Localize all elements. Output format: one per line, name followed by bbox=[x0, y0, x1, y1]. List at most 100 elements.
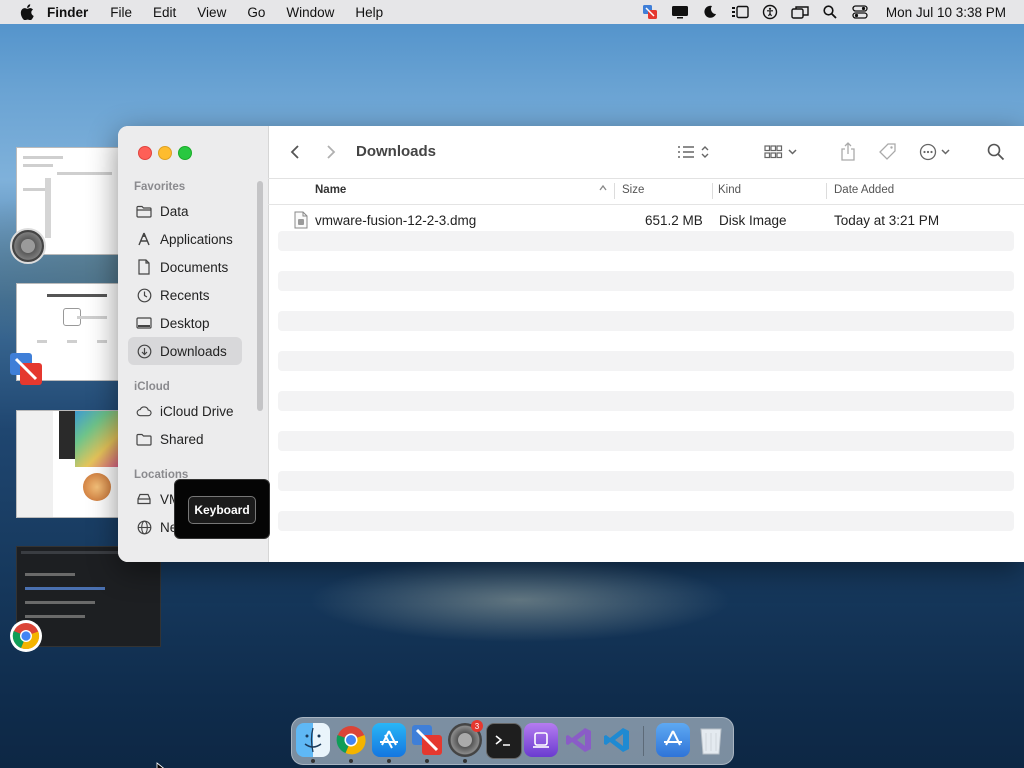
sidebar-header-icloud: iCloud bbox=[134, 381, 170, 393]
empty-row bbox=[278, 391, 1014, 411]
column-header-date-added[interactable]: Date Added bbox=[834, 184, 894, 196]
menu-bar: Finder File Edit View Go Window Help Mon… bbox=[0, 0, 1024, 24]
vscode-icon[interactable] bbox=[600, 723, 634, 757]
spotlight-search-icon[interactable] bbox=[816, 3, 844, 21]
sidebar-item-documents[interactable]: Documents bbox=[128, 253, 242, 281]
chrome-icon[interactable] bbox=[334, 723, 368, 757]
menu-window[interactable]: Window bbox=[286, 5, 334, 20]
menu-edit[interactable]: Edit bbox=[153, 5, 176, 20]
system-settings-icon[interactable] bbox=[10, 228, 46, 264]
clock-icon bbox=[136, 287, 152, 303]
column-divider[interactable] bbox=[712, 183, 713, 199]
sidebar-item-label: Shared bbox=[160, 431, 204, 447]
running-indicator bbox=[387, 759, 391, 763]
sidebar-item-label: Downloads bbox=[160, 343, 227, 359]
vmware-fusion-icon[interactable] bbox=[410, 723, 444, 757]
running-indicator bbox=[349, 759, 353, 763]
menu-help[interactable]: Help bbox=[355, 5, 383, 20]
podcasts-app-icon[interactable] bbox=[524, 723, 558, 757]
finder-icon[interactable] bbox=[296, 723, 330, 757]
finder-toolbar: Downloads bbox=[268, 126, 1024, 179]
app-store-icon[interactable] bbox=[372, 723, 406, 757]
control-center-icon[interactable] bbox=[846, 3, 874, 21]
accessibility-icon[interactable] bbox=[756, 3, 784, 21]
empty-row bbox=[278, 271, 1014, 291]
grid-group-icon[interactable] bbox=[762, 140, 802, 164]
sidebar-item-data[interactable]: Data bbox=[128, 197, 242, 225]
download-icon bbox=[136, 343, 152, 359]
desktop-icon bbox=[136, 315, 152, 331]
sidebar-header-favorites: Favorites bbox=[134, 181, 186, 193]
menu-finder[interactable]: Finder bbox=[47, 5, 88, 20]
menubar-clock[interactable]: Mon Jul 10 3:38 PM bbox=[886, 5, 1006, 20]
search-icon[interactable] bbox=[984, 140, 1008, 164]
keyboard-tooltip: Keyboard bbox=[174, 479, 270, 539]
sidebar-item-label: Documents bbox=[160, 259, 229, 275]
stage-thumbnail-app-store[interactable] bbox=[16, 410, 121, 518]
screen-mirroring-icon[interactable] bbox=[786, 3, 814, 21]
disk-image-file-icon bbox=[294, 211, 308, 232]
apple-icon[interactable] bbox=[17, 4, 37, 20]
file-row[interactable]: vmware-fusion-12-2-3.dmg 651.2 MB Disk I… bbox=[278, 211, 1014, 231]
shared-folder-icon bbox=[136, 431, 152, 447]
trash-icon[interactable] bbox=[694, 723, 728, 757]
sidebar-item-downloads[interactable]: Downloads bbox=[128, 337, 242, 365]
chevron-left-icon[interactable] bbox=[286, 140, 304, 164]
document-icon bbox=[136, 259, 152, 275]
window-title: Downloads bbox=[356, 143, 437, 160]
chrome-thumbnail-icon[interactable] bbox=[10, 620, 42, 652]
file-size: 651.2 MB bbox=[645, 213, 703, 228]
sidebar-item-icloud-drive[interactable]: iCloud Drive bbox=[128, 397, 242, 425]
sidebar-item-label: Data bbox=[160, 203, 189, 219]
sidebar-item-label: Applications bbox=[160, 231, 233, 247]
minimize-button[interactable] bbox=[158, 146, 172, 160]
column-header-size[interactable]: Size bbox=[622, 184, 644, 196]
share-icon[interactable] bbox=[838, 140, 858, 164]
visual-studio-icon[interactable] bbox=[562, 723, 596, 757]
dock: 3 bbox=[291, 717, 734, 765]
stage-manager-icon[interactable] bbox=[726, 3, 754, 21]
network-icon bbox=[136, 519, 152, 535]
empty-row bbox=[278, 471, 1014, 491]
menu-file[interactable]: File bbox=[110, 5, 132, 20]
sidebar-scrollbar[interactable] bbox=[257, 181, 263, 411]
empty-row bbox=[278, 351, 1014, 371]
app-store-downloads-icon[interactable] bbox=[656, 723, 690, 757]
column-header-kind[interactable]: Kind bbox=[718, 184, 741, 196]
empty-row bbox=[278, 431, 1014, 451]
sidebar-item-label: Recents bbox=[160, 287, 210, 303]
file-name: vmware-fusion-12-2-3.dmg bbox=[315, 213, 477, 228]
empty-row bbox=[278, 311, 1014, 331]
mouse-cursor-icon bbox=[156, 759, 166, 768]
column-divider[interactable] bbox=[826, 183, 827, 199]
running-indicator bbox=[463, 759, 467, 763]
terminal-icon[interactable] bbox=[486, 723, 522, 759]
empty-row bbox=[278, 231, 1014, 251]
column-divider[interactable] bbox=[614, 183, 615, 199]
chevron-right-icon[interactable] bbox=[322, 140, 340, 164]
dock-separator bbox=[643, 726, 644, 756]
moon-icon[interactable] bbox=[696, 3, 724, 21]
ellipsis-circle-icon[interactable] bbox=[918, 140, 956, 164]
file-kind: Disk Image bbox=[719, 213, 787, 228]
close-button[interactable] bbox=[138, 146, 152, 160]
sidebar-item-label: iCloud Drive bbox=[160, 403, 234, 419]
empty-row bbox=[278, 511, 1014, 531]
column-header-name[interactable]: Name bbox=[315, 184, 346, 196]
menu-view[interactable]: View bbox=[197, 5, 226, 20]
display-icon[interactable] bbox=[666, 3, 694, 21]
sort-ascending-icon[interactable] bbox=[598, 183, 608, 196]
vmware-fusion-icon[interactable] bbox=[636, 3, 664, 21]
sidebar-item-applications[interactable]: Applications bbox=[128, 225, 242, 253]
sidebar-item-shared[interactable]: Shared bbox=[128, 425, 242, 453]
zoom-button[interactable] bbox=[178, 146, 192, 160]
sidebar-item-recents[interactable]: Recents bbox=[128, 281, 242, 309]
sidebar-item-desktop[interactable]: Desktop bbox=[128, 309, 242, 337]
list-column-header: Name Size Kind Date Added bbox=[268, 178, 1024, 205]
menu-go[interactable]: Go bbox=[247, 5, 265, 20]
disk-icon bbox=[136, 491, 152, 507]
folder-icon bbox=[136, 203, 152, 219]
list-view-icon[interactable] bbox=[674, 140, 714, 164]
tag-icon[interactable] bbox=[876, 140, 900, 164]
vmware-fusion-thumbnail-icon[interactable] bbox=[8, 351, 44, 387]
